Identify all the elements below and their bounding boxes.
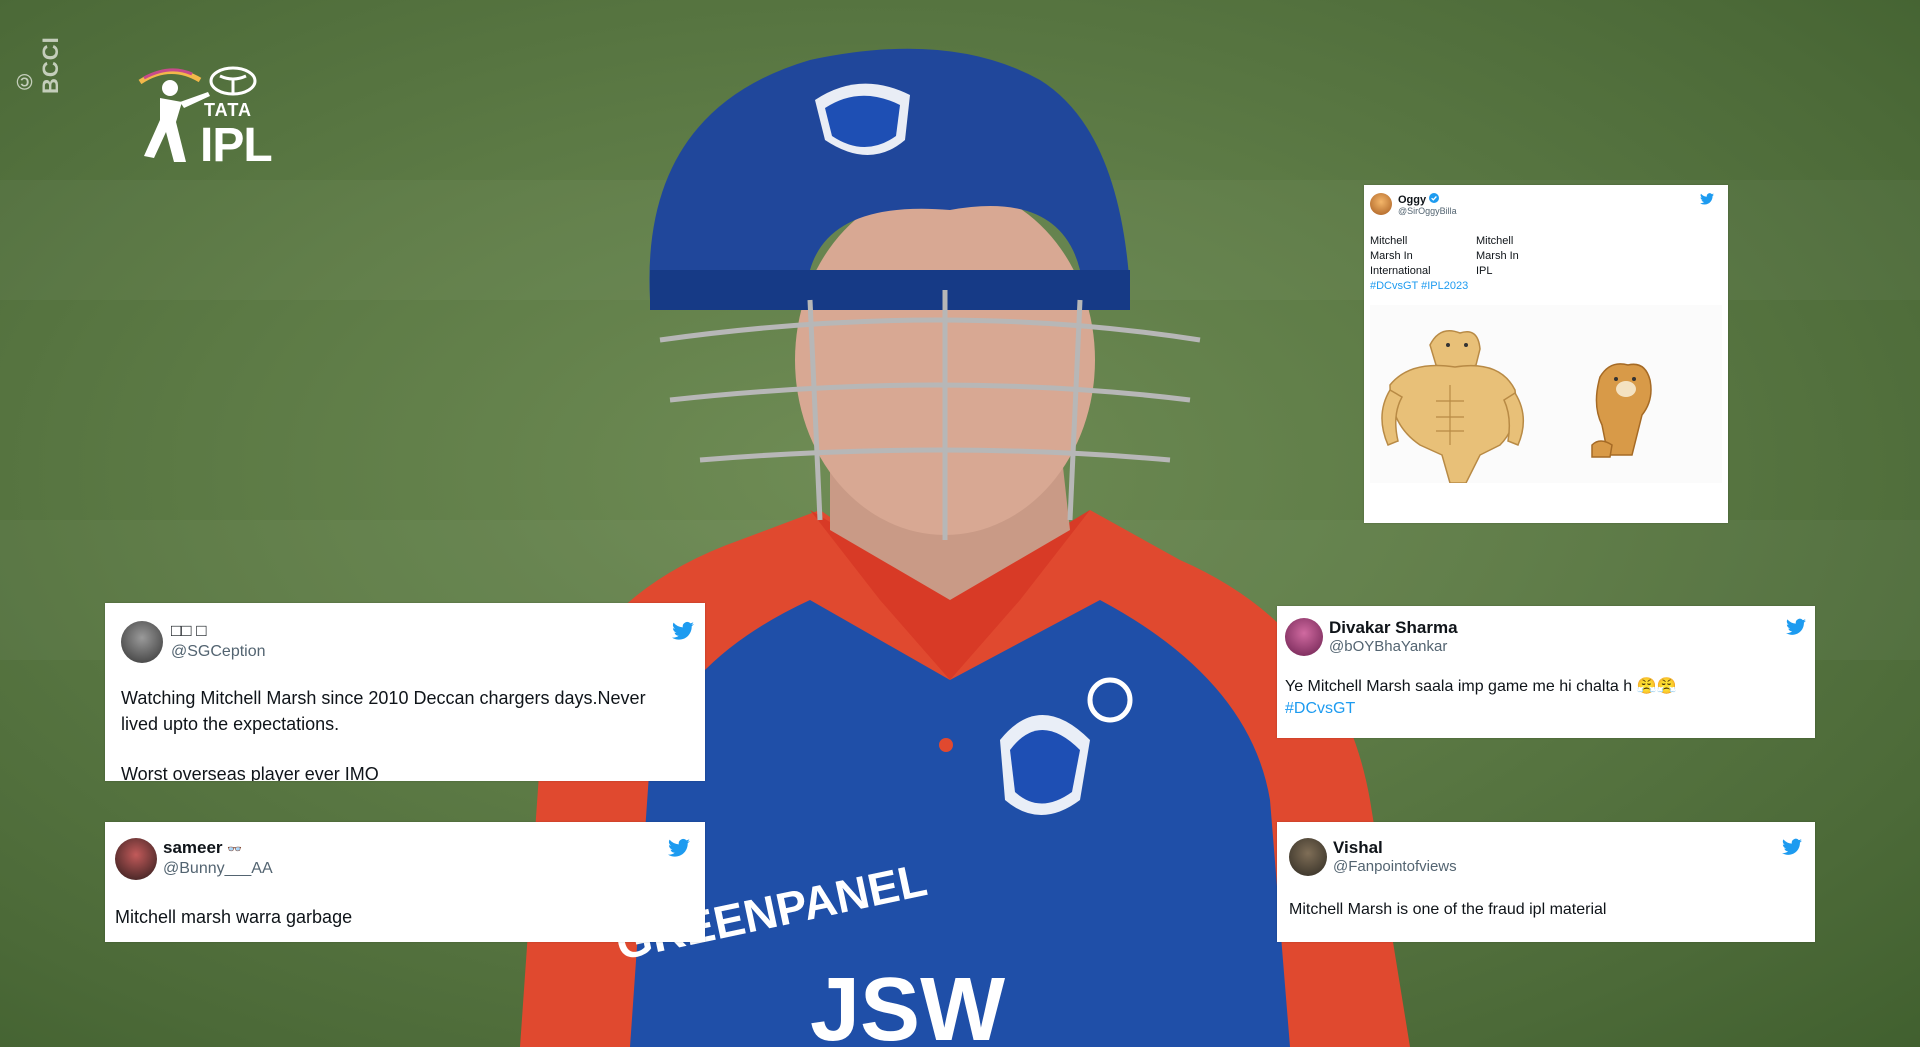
verified-badge-icon: [1429, 193, 1440, 203]
tweet-card[interactable]: Vishal @Fanpointofviews Mitchell Marsh i…: [1277, 822, 1815, 942]
tweet-author-name[interactable]: sameer 👓: [163, 838, 242, 858]
tweet-author-name[interactable]: Vishal: [1333, 838, 1383, 858]
tweet-text: Ye Mitchell Marsh saala imp game me hi c…: [1285, 676, 1805, 720]
bcci-credit: © BCCI: [12, 36, 63, 94]
tweet-author-name[interactable]: □□ □: [171, 621, 207, 641]
tweet-text: Watching Mitchell Marsh since 2010 Decca…: [121, 688, 646, 735]
twitter-bird-icon[interactable]: [1782, 838, 1802, 856]
caption-line: Mitchell: [1476, 235, 1514, 247]
tweet-card[interactable]: □□ □ @SGCeption Watching Mitchell Marsh …: [105, 603, 705, 781]
twitter-bird-icon[interactable]: [1786, 618, 1806, 636]
tweet-card[interactable]: Oggy @SirOggyBilla Mitchell Marsh In Int…: [1364, 185, 1728, 523]
tweet-text: Mitchell Marsh is one of the fraud ipl m…: [1289, 901, 1607, 918]
tweet-author-handle[interactable]: @Fanpointofviews: [1333, 858, 1457, 875]
twitter-bird-icon[interactable]: [1700, 193, 1714, 205]
caption-line: Mitchell: [1370, 235, 1408, 247]
tweet-author-handle[interactable]: @SGCeption: [171, 643, 266, 661]
caption-line: Marsh In: [1370, 250, 1413, 262]
author-name-text[interactable]: sameer: [163, 838, 223, 857]
tweet-text-line: Ye Mitchell Marsh saala imp game me hi c…: [1285, 678, 1677, 695]
tweet-author-name[interactable]: Oggy: [1398, 193, 1440, 206]
twitter-bird-icon[interactable]: [672, 621, 694, 641]
doge-meme-image[interactable]: [1370, 305, 1722, 484]
tweet-author-handle[interactable]: @bOYBhaYankar: [1329, 638, 1447, 655]
tweet-card[interactable]: Divakar Sharma @bOYBhaYankar Ye Mitchell…: [1277, 606, 1815, 738]
avatar[interactable]: [115, 838, 157, 880]
tweet-author-handle[interactable]: @Bunny___AA: [163, 860, 273, 878]
logo-ipl-text: IPL: [200, 119, 273, 172]
glasses-emoji: 👓: [227, 842, 243, 856]
caption-line: International: [1370, 265, 1431, 277]
avatar[interactable]: [121, 621, 163, 663]
sponsor-jsw: JSW: [810, 960, 1005, 1047]
jersey-button: [939, 738, 953, 752]
meme-caption-right: Mitchell Marsh In IPL: [1476, 234, 1576, 279]
avatar[interactable]: [1285, 618, 1323, 656]
ipl-logo: TATA IPL: [130, 62, 290, 172]
tweet-text: Worst overseas player ever IMO: [121, 764, 379, 781]
caption-line: IPL: [1476, 265, 1493, 277]
twitter-bird-icon[interactable]: [668, 838, 690, 858]
meme-caption-left: Mitchell Marsh In International: [1370, 234, 1470, 279]
tweet-text: Mitchell marsh warra garbage: [115, 907, 353, 927]
caption-line: Marsh In: [1476, 250, 1519, 262]
tweet-author-handle[interactable]: @SirOggyBilla: [1398, 206, 1457, 216]
doge-meme-illustration: [1381, 330, 1652, 484]
hashtag-link[interactable]: #DCvsGT: [1285, 698, 1805, 720]
author-name-text[interactable]: Oggy: [1398, 194, 1426, 206]
tata-logo-icon: [209, 66, 257, 96]
tweet-author-name[interactable]: Divakar Sharma: [1329, 618, 1458, 638]
avatar[interactable]: [1289, 838, 1327, 876]
avatar[interactable]: [1370, 193, 1392, 215]
hashtag-link[interactable]: #DCvsGT #IPL2023: [1370, 279, 1468, 294]
tweet-card[interactable]: sameer 👓 @Bunny___AA Mitchell marsh warr…: [105, 822, 705, 942]
